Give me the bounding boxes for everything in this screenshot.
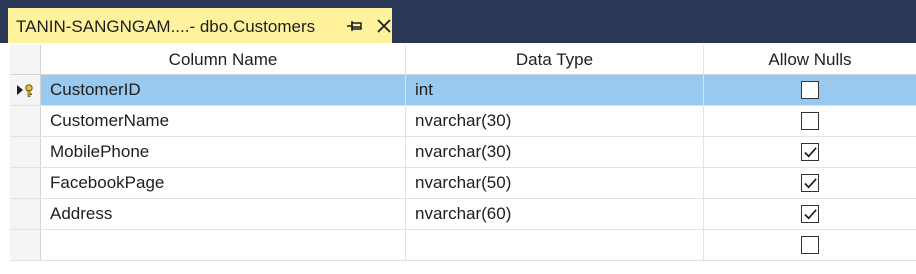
header-data-type: Data Type bbox=[406, 45, 704, 74]
document-tab-customers[interactable]: TANIN-SANGNGAM....- dbo.Customers bbox=[8, 8, 392, 43]
columns-grid: Column Name Data Type Allow Nulls Custom… bbox=[10, 45, 916, 261]
row-selector[interactable] bbox=[10, 137, 41, 167]
primary-key-icon bbox=[17, 84, 33, 97]
table-row[interactable]: Address nvarchar(60) bbox=[10, 199, 916, 230]
row-selector[interactable] bbox=[10, 106, 41, 136]
row-selector[interactable] bbox=[10, 168, 41, 198]
table-row[interactable]: FacebookPage nvarchar(50) bbox=[10, 168, 916, 199]
allow-nulls-cell bbox=[704, 168, 916, 198]
table-row[interactable]: CustomerName nvarchar(30) bbox=[10, 106, 916, 137]
allow-nulls-checkbox[interactable] bbox=[801, 236, 819, 254]
allow-nulls-cell bbox=[704, 199, 916, 229]
row-selector[interactable] bbox=[10, 75, 41, 105]
allow-nulls-checkbox[interactable] bbox=[801, 174, 819, 192]
checkmark-icon bbox=[803, 146, 817, 157]
allow-nulls-cell bbox=[704, 137, 916, 167]
document-tab-bar: TANIN-SANGNGAM....- dbo.Customers bbox=[0, 0, 916, 43]
allow-nulls-checkbox[interactable] bbox=[801, 143, 819, 161]
column-name-cell[interactable]: Address bbox=[41, 199, 406, 229]
column-name-cell[interactable]: MobilePhone bbox=[41, 137, 406, 167]
checkmark-icon bbox=[803, 208, 817, 219]
allow-nulls-checkbox[interactable] bbox=[801, 81, 819, 99]
column-name-cell[interactable]: CustomerName bbox=[41, 106, 406, 136]
tab-title: TANIN-SANGNGAM....- dbo.Customers bbox=[16, 17, 316, 36]
column-name-cell[interactable]: FacebookPage bbox=[41, 168, 406, 198]
table-designer: Column Name Data Type Allow Nulls Custom… bbox=[0, 43, 916, 274]
data-type-cell[interactable]: nvarchar(60) bbox=[406, 199, 704, 229]
table-row[interactable]: MobilePhone nvarchar(30) bbox=[10, 137, 916, 168]
table-row[interactable] bbox=[10, 230, 916, 261]
column-name-cell[interactable]: CustomerID bbox=[41, 75, 406, 105]
table-row[interactable]: CustomerID int bbox=[10, 75, 916, 106]
allow-nulls-cell bbox=[704, 106, 916, 136]
header-column-name: Column Name bbox=[41, 45, 406, 74]
grid-header-row: Column Name Data Type Allow Nulls bbox=[10, 45, 916, 75]
data-type-cell[interactable] bbox=[406, 230, 704, 260]
pin-icon[interactable] bbox=[346, 17, 364, 35]
data-type-cell[interactable]: int bbox=[406, 75, 704, 105]
data-type-cell[interactable]: nvarchar(50) bbox=[406, 168, 704, 198]
allow-nulls-checkbox[interactable] bbox=[801, 112, 819, 130]
row-selector[interactable] bbox=[10, 230, 41, 260]
allow-nulls-cell bbox=[704, 230, 916, 260]
checkmark-icon bbox=[803, 177, 817, 188]
allow-nulls-cell bbox=[704, 75, 916, 105]
row-selector[interactable] bbox=[10, 199, 41, 229]
header-allow-nulls: Allow Nulls bbox=[768, 49, 852, 69]
allow-nulls-checkbox[interactable] bbox=[801, 205, 819, 223]
close-icon[interactable] bbox=[374, 16, 394, 36]
data-type-cell[interactable]: nvarchar(30) bbox=[406, 106, 704, 136]
column-name-cell[interactable] bbox=[41, 230, 406, 260]
row-selector-header bbox=[10, 45, 41, 74]
data-type-cell[interactable]: nvarchar(30) bbox=[406, 137, 704, 167]
